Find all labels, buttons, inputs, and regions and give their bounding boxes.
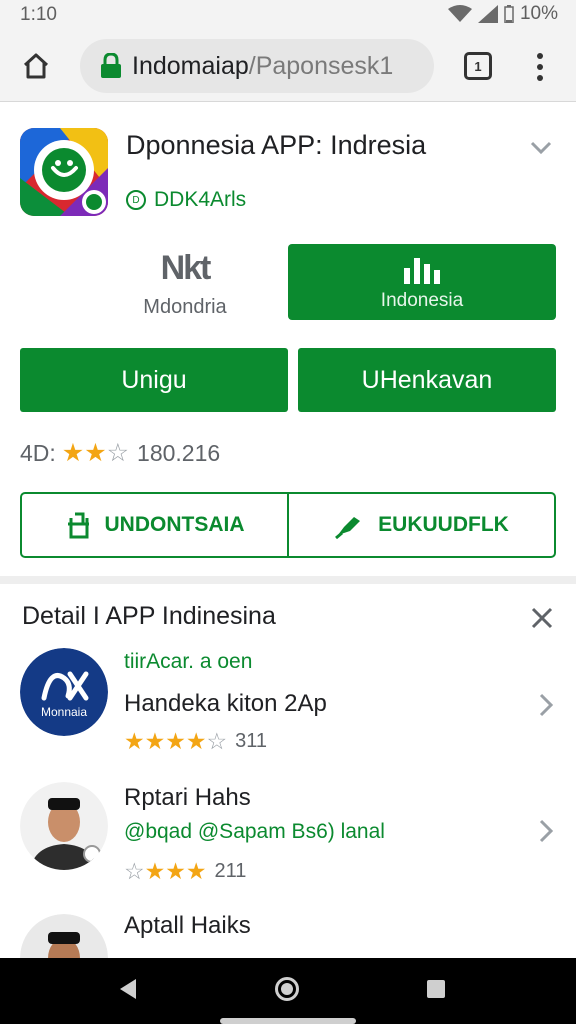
item-stars-icon: ★★★★☆: [124, 728, 228, 754]
menu-dot: [537, 75, 543, 81]
rating-stars-icon: ★★☆: [61, 439, 130, 467]
install-label: Indonesia: [380, 290, 464, 311]
recents-icon[interactable]: [427, 980, 445, 998]
item-count: 211: [214, 860, 247, 882]
tabs-button[interactable]: 1: [464, 52, 492, 80]
url-domain: Indomaiap: [132, 51, 249, 80]
url-path: /Paponsesk1: [248, 51, 394, 80]
menu-button[interactable]: [528, 50, 552, 84]
item-name: Rptari Hahs: [124, 784, 251, 811]
item-subtitle: tiirAcar. a oen: [124, 650, 253, 673]
item-name: Aptall Haiks: [124, 912, 251, 939]
url-bar[interactable]: Indomaiap /Paponsesk1: [80, 39, 434, 93]
chevron-right-icon: [539, 693, 554, 717]
install-button[interactable]: Indonesia: [288, 244, 556, 320]
secondary-action-button[interactable]: Nkt Mdondria: [118, 248, 252, 324]
home-button[interactable]: [18, 48, 54, 84]
back-icon[interactable]: [118, 978, 138, 1000]
system-nav-bar: [0, 958, 576, 1024]
gesture-pill: [220, 1018, 356, 1024]
primary-left-button[interactable]: Unigu: [20, 348, 288, 412]
outline-left-label: UNDONTSAIA: [104, 513, 245, 536]
outline-left-button[interactable]: UNDONTSAIA: [22, 494, 287, 556]
item-subtitle: @bqad @Sapam Bs6) lanal: [124, 820, 385, 843]
app-developer[interactable]: D DDK4Arls: [126, 188, 246, 212]
list-item[interactable]: Aptall Haiks: [0, 912, 576, 958]
list-title: Detail I APP Indinesina: [22, 602, 276, 630]
item-name: Handeka kiton 2Ap: [124, 690, 327, 717]
item-rating: ☆★★★ 211: [124, 858, 246, 885]
secondary-action-icon: Nkt: [160, 249, 212, 287]
app-icon: [20, 128, 108, 216]
signal-icon: [477, 5, 498, 23]
battery-level: 10%: [519, 3, 558, 24]
app-title: Dponnesia APP: Indresia: [126, 130, 427, 160]
chevron-down-icon[interactable]: [528, 138, 554, 156]
item-count: 311: [235, 730, 267, 752]
rating-row: 4D: ★★☆ 180.216: [20, 438, 220, 468]
rating-prefix: 4D:: [20, 439, 56, 466]
avatar-text: Monnaia: [41, 705, 87, 719]
list-item[interactable]: Rptari Hahs @bqad @Sapam Bs6) lanal ☆★★★…: [0, 782, 576, 906]
status-bar: 1:10 10%: [0, 0, 576, 30]
developer-badge-icon: D: [126, 190, 146, 210]
developer-name: DDK4Arls: [154, 188, 247, 211]
outline-right-label: EUKUUDFLK: [378, 513, 509, 536]
share-icon: [67, 512, 89, 539]
section-divider: [0, 576, 576, 584]
list-item[interactable]: Monnaia tiirAcar. a oen Handeka kiton 2A…: [0, 648, 576, 772]
avatar: Monnaia: [20, 648, 108, 736]
browser-toolbar: Indomaiap /Paponsesk1 1: [0, 30, 576, 102]
lock-icon: [101, 53, 121, 78]
bar-chart-icon: [402, 258, 442, 284]
close-icon[interactable]: [530, 606, 554, 630]
primary-right-button[interactable]: UHenkavan: [298, 348, 556, 412]
edit-icon: [335, 517, 361, 539]
rating-count: 180.216: [137, 439, 221, 466]
avatar: [20, 914, 108, 958]
wifi-icon: [447, 5, 472, 22]
home-icon: [23, 53, 49, 79]
item-rating: ★★★★☆ 311: [124, 728, 267, 755]
secondary-action-label: Mdondria: [143, 296, 227, 318]
battery-icon: [504, 5, 514, 23]
status-icons: 10%: [447, 3, 558, 25]
menu-dot: [537, 64, 543, 70]
home-nav-button[interactable]: [275, 977, 299, 1001]
home-circle-icon: [281, 983, 293, 995]
outline-right-button[interactable]: EUKUUDFLK: [287, 494, 554, 556]
tab-count: 1: [474, 58, 482, 74]
avatar: [20, 782, 108, 870]
outline-button-group: UNDONTSAIA EUKUUDFLK: [20, 492, 556, 558]
status-time: 1:10: [20, 4, 57, 25]
chevron-right-icon: [539, 819, 554, 843]
menu-dot: [537, 53, 543, 59]
item-stars-icon: ☆★★★: [124, 858, 207, 884]
